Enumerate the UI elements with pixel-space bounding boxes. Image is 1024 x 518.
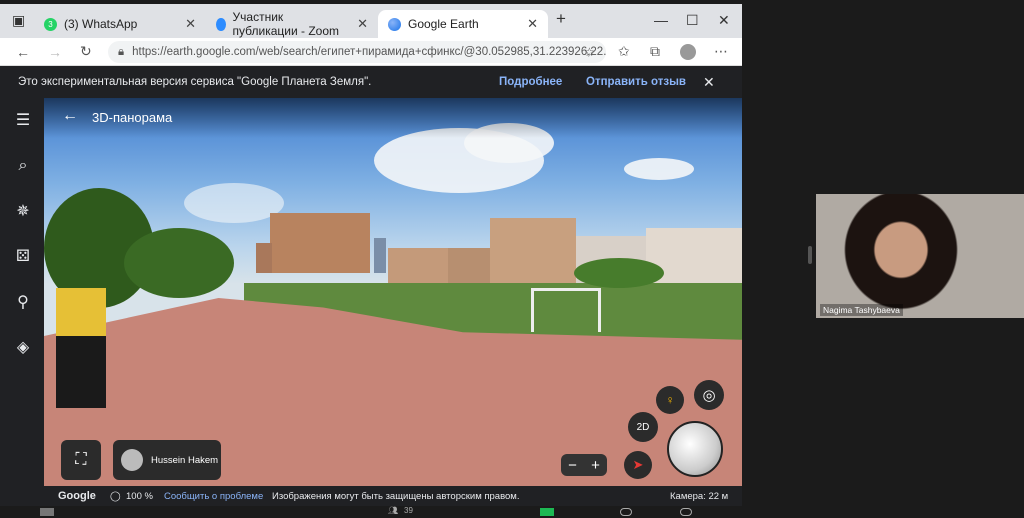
- feedback-link[interactable]: Отправить отзыв: [586, 76, 686, 88]
- experimental-banner: Это экспериментальная версия сервиса "Go…: [0, 66, 742, 98]
- fullscreen-capture-icon[interactable]: ⛶: [61, 440, 101, 480]
- zoom-out-button[interactable]: −: [568, 457, 577, 474]
- tab-google-earth[interactable]: Google Earth ✕: [378, 10, 548, 38]
- tree: [574, 258, 664, 288]
- record-icon[interactable]: [620, 508, 632, 516]
- favorites-icon[interactable]: ✩: [618, 43, 630, 60]
- zoom-window: ▣ 3 (3) WhatsApp ✕ Участник публикации -…: [0, 0, 1024, 518]
- close-tab-icon[interactable]: ✕: [527, 16, 538, 32]
- camera-altitude: Камера: 22 м: [670, 490, 729, 502]
- earth-viewer: ☰ ⌕ ✵ ⚄ ⚲ ◈ ← 3D-панорама ⛶ Hussein Hake…: [0, 98, 742, 506]
- cloud: [624, 158, 694, 180]
- participant-name: Nagima Tashybaeva: [820, 304, 903, 316]
- tab-label: Участник публикации - Zoom: [232, 10, 340, 38]
- globe-minimap-icon[interactable]: [667, 421, 723, 477]
- building: [490, 218, 576, 288]
- new-tab-icon[interactable]: +: [556, 9, 566, 29]
- close-banner-icon[interactable]: ✕: [703, 74, 715, 91]
- tab-strip: ▣ 3 (3) WhatsApp ✕ Участник публикации -…: [0, 4, 742, 38]
- pedestrian: [56, 288, 106, 408]
- report-problem-link[interactable]: Сообщить о проблеме: [164, 491, 263, 502]
- tab-label: Google Earth: [408, 17, 479, 31]
- google-logo: Google: [58, 490, 96, 502]
- building: [256, 243, 272, 273]
- site-permission-icon[interactable]: ☆: [584, 45, 595, 59]
- profile-avatar[interactable]: [680, 44, 696, 60]
- browser-window: ▣ 3 (3) WhatsApp ✕ Участник публикации -…: [0, 4, 742, 506]
- projects-icon[interactable]: ⚲: [12, 292, 34, 314]
- tree: [124, 228, 234, 298]
- minimize-icon[interactable]: —: [654, 12, 668, 28]
- participants-count: 39: [404, 506, 413, 515]
- more-link[interactable]: Подробнее: [499, 76, 562, 88]
- participant-video[interactable]: Nagima Tashybaeva: [816, 194, 1024, 318]
- zoom-in-button[interactable]: +: [591, 457, 600, 474]
- building: [646, 228, 742, 288]
- building: [388, 248, 448, 288]
- menu-icon[interactable]: ☰: [12, 110, 34, 132]
- zoom-toolbar: 👥︎ 39: [0, 506, 1024, 518]
- close-tab-icon[interactable]: ✕: [185, 16, 196, 32]
- loading-ring-icon: ◯: [110, 490, 121, 502]
- address-bar-row: ← → ↻ 🔒︎ https://earth.google.com/web/se…: [0, 38, 742, 66]
- panorama-header: ← 3D-панорама: [44, 98, 742, 138]
- compass-icon[interactable]: ➤: [624, 451, 652, 479]
- goal-post: [531, 288, 601, 332]
- toggle-2d-button[interactable]: 2D: [628, 412, 658, 442]
- close-window-icon[interactable]: ✕: [718, 12, 730, 29]
- reactions-icon[interactable]: [680, 508, 692, 516]
- building: [270, 213, 370, 273]
- voyager-icon[interactable]: ✵: [12, 201, 34, 223]
- dice-icon[interactable]: ⚄: [12, 246, 34, 268]
- author-avatar: [121, 449, 143, 471]
- zoom-icon: [216, 17, 226, 31]
- viewer-footer: Google ◯ 100 % Сообщить о проблеме Изобр…: [44, 486, 742, 506]
- tab-whatsapp[interactable]: 3 (3) WhatsApp ✕: [34, 10, 206, 38]
- participants-icon[interactable]: 👥︎: [388, 506, 398, 515]
- cloud: [184, 183, 284, 223]
- forward-icon[interactable]: →: [48, 44, 62, 60]
- lock-icon: 🔒︎: [118, 45, 125, 58]
- pegman-icon[interactable]: ♀: [656, 386, 684, 414]
- zoom-controls: − +: [561, 454, 607, 476]
- earth-icon: [388, 17, 401, 31]
- close-tab-icon[interactable]: ✕: [357, 16, 368, 32]
- author-chip[interactable]: Hussein Hakem: [113, 440, 221, 480]
- maximize-icon[interactable]: ☐: [686, 12, 699, 29]
- collections-icon[interactable]: ⧉: [650, 43, 660, 60]
- layers-icon[interactable]: ◈: [12, 337, 34, 359]
- search-icon[interactable]: ⌕: [12, 155, 34, 177]
- banner-text: Это экспериментальная версия сервиса "Go…: [18, 76, 372, 88]
- participant-face: [836, 194, 966, 318]
- tab-label: (3) WhatsApp: [64, 17, 138, 31]
- url-field[interactable]: 🔒︎ https://earth.google.com/web/search/е…: [108, 41, 606, 63]
- video-panel-resize-handle[interactable]: [808, 246, 812, 264]
- back-icon[interactable]: ←: [16, 44, 30, 60]
- panorama-title: 3D-панорама: [92, 110, 173, 125]
- reload-icon[interactable]: ↻: [80, 43, 92, 60]
- tab-zoom[interactable]: Участник публикации - Zoom ✕: [206, 10, 378, 38]
- url-text: https://earth.google.com/web/search/егип…: [132, 46, 606, 58]
- whatsapp-icon: 3: [44, 17, 57, 31]
- share-screen-icon[interactable]: [540, 508, 554, 516]
- copyright-text: Изображения могут быть защищены авторски…: [272, 490, 520, 502]
- load-percent: 100 %: [126, 490, 153, 502]
- tab-actions-icon[interactable]: ▣: [12, 12, 25, 29]
- left-rail: ☰ ⌕ ✵ ⚄ ⚲ ◈: [0, 98, 44, 506]
- mic-icon[interactable]: [40, 508, 54, 516]
- author-name: Hussein Hakem: [151, 454, 219, 466]
- building: [374, 238, 386, 273]
- my-location-icon[interactable]: ◎: [694, 380, 724, 410]
- back-arrow-icon[interactable]: ←: [62, 107, 78, 125]
- more-icon[interactable]: ⋯: [714, 43, 728, 60]
